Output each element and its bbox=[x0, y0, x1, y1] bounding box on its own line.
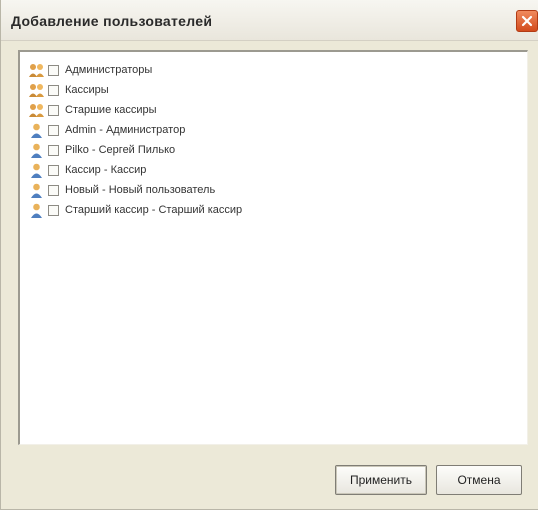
group-icon bbox=[29, 63, 44, 77]
list-item[interactable]: Старшие кассиры bbox=[28, 100, 508, 120]
user-icon bbox=[31, 123, 42, 138]
list-item[interactable]: Admin - Администратор bbox=[28, 120, 508, 140]
user-list[interactable]: Администраторы Кассиры Старшие кассиры A… bbox=[18, 50, 528, 445]
list-item[interactable]: Администраторы bbox=[28, 60, 508, 80]
list-item[interactable]: Кассир - Кассир bbox=[28, 160, 508, 180]
user-icon bbox=[31, 183, 42, 198]
item-checkbox[interactable] bbox=[48, 144, 59, 156]
item-label: Администраторы bbox=[65, 64, 153, 76]
item-label: Новый - Новый пользователь bbox=[65, 184, 216, 196]
item-checkbox[interactable] bbox=[48, 164, 59, 176]
item-checkbox[interactable] bbox=[48, 64, 59, 76]
close-button[interactable] bbox=[516, 10, 538, 32]
item-checkbox[interactable] bbox=[48, 124, 59, 136]
item-label: Pilko - Сергей Пилько bbox=[65, 144, 176, 156]
item-label: Старшие кассиры bbox=[65, 104, 157, 116]
window-title: Добавление пользователей bbox=[11, 13, 213, 29]
cancel-button[interactable]: Отмена bbox=[436, 465, 522, 495]
title-bar[interactable]: Добавление пользователей bbox=[1, 0, 538, 41]
item-label: Кассиры bbox=[65, 84, 109, 96]
list-item[interactable]: Pilko - Сергей Пилько bbox=[28, 140, 508, 160]
list-item[interactable]: Старший кассир - Старший кассир bbox=[28, 200, 508, 220]
group-icon bbox=[29, 103, 44, 117]
item-label: Admin - Администратор bbox=[65, 124, 186, 136]
close-icon bbox=[521, 15, 533, 27]
group-icon bbox=[29, 83, 44, 97]
item-checkbox[interactable] bbox=[48, 184, 59, 196]
item-label: Старший кассир - Старший кассир bbox=[65, 204, 243, 216]
list-item[interactable]: Кассиры bbox=[28, 80, 508, 100]
item-checkbox[interactable] bbox=[48, 104, 59, 116]
user-icon bbox=[31, 163, 42, 178]
apply-button[interactable]: Применить bbox=[335, 465, 427, 495]
dialog-window: Добавление пользователей Администраторы … bbox=[0, 0, 538, 510]
item-checkbox[interactable] bbox=[48, 84, 59, 96]
user-icon bbox=[31, 203, 42, 218]
item-label: Кассир - Кассир bbox=[65, 164, 147, 176]
user-icon bbox=[31, 143, 42, 158]
item-checkbox[interactable] bbox=[48, 204, 59, 216]
list-item[interactable]: Новый - Новый пользователь bbox=[28, 180, 508, 200]
